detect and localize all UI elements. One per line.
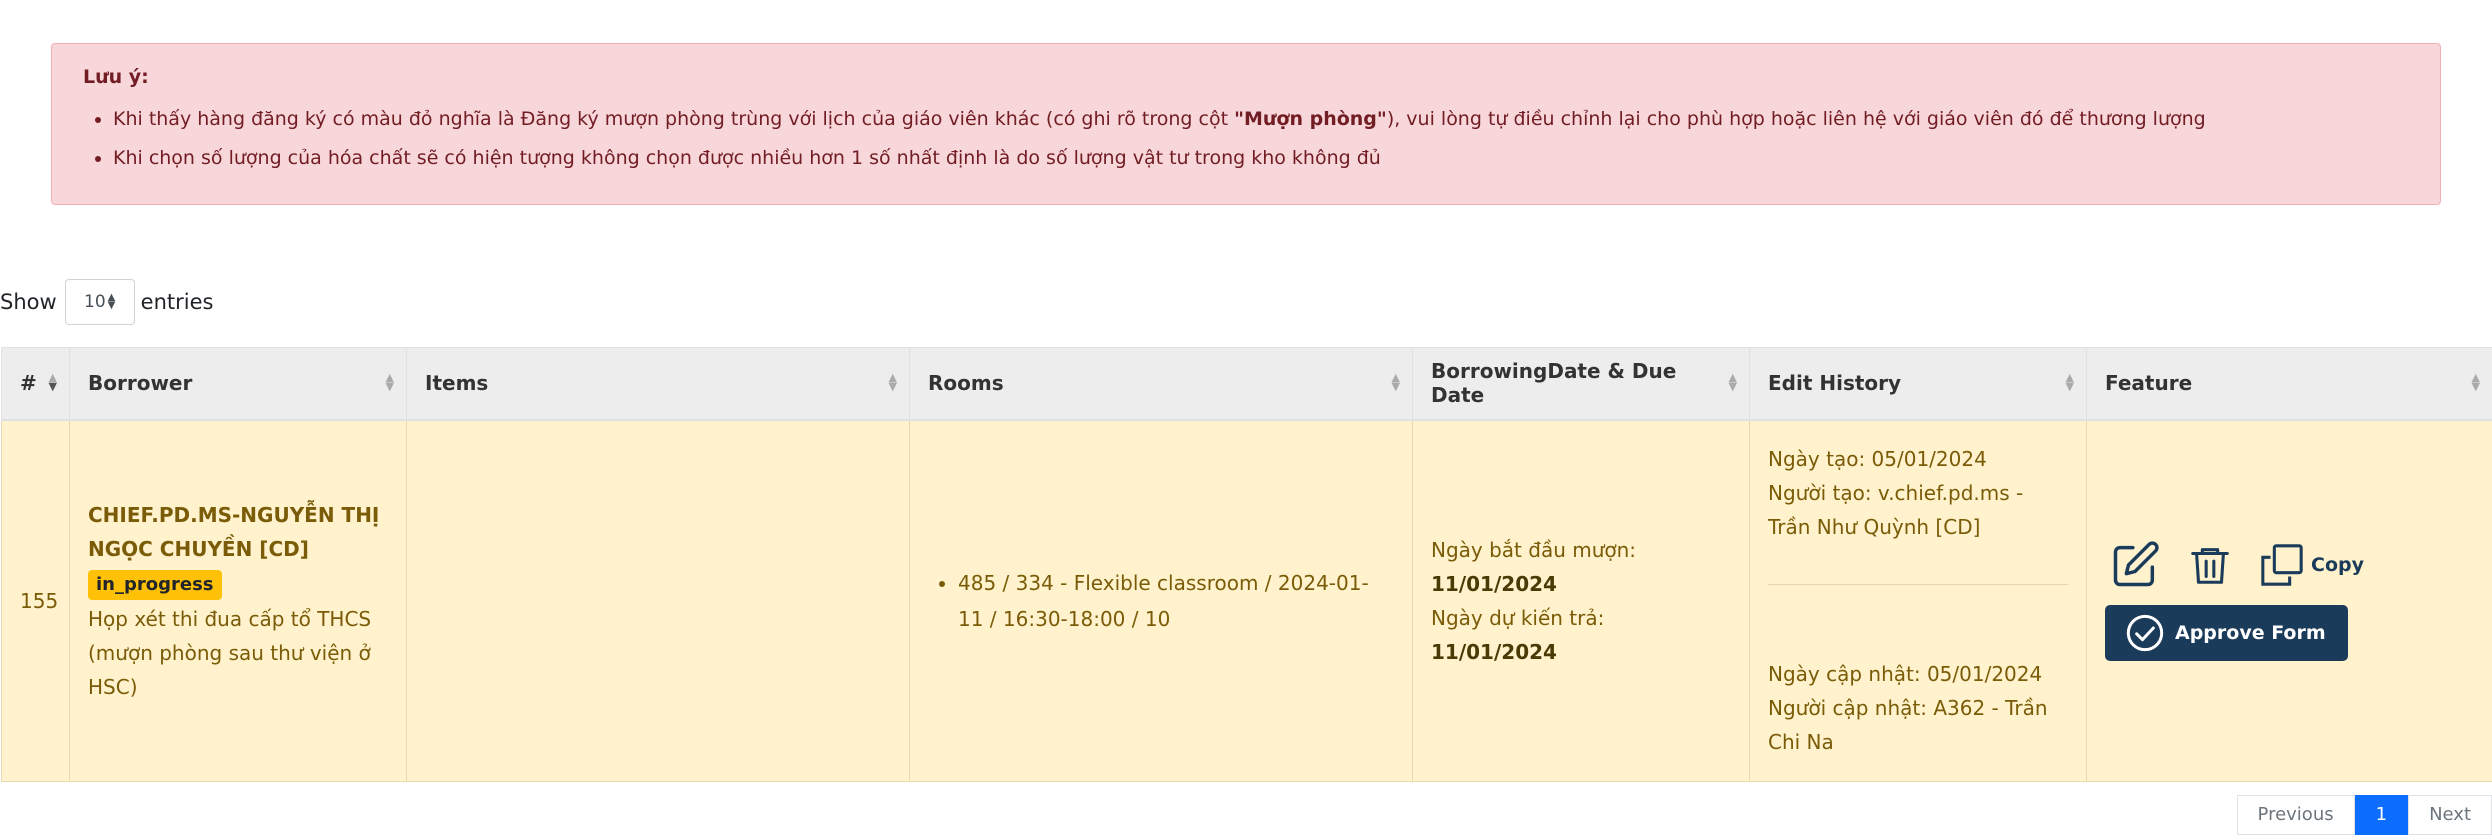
history-cell: Ngày tạo: 05/01/2024 Người tạo: v.chief.… xyxy=(1750,420,2087,782)
copy-button[interactable]: Copy xyxy=(2259,541,2364,589)
entries-length-control: Show 10 ▲▼ entries xyxy=(0,278,213,326)
feature-cell: Copy Approve Form xyxy=(2087,420,2492,782)
trash-icon xyxy=(2187,540,2233,590)
check-circle-icon xyxy=(2125,613,2165,653)
column-header-feature[interactable]: Feature▲▼ xyxy=(2087,348,2492,420)
room-entry: 485 / 334 - Flexible classroom / 2024-01… xyxy=(958,565,1394,637)
pagination-previous[interactable]: Previous xyxy=(2237,795,2355,835)
sort-icon: ▲▼ xyxy=(1392,373,1400,391)
feature-actions: Copy xyxy=(2109,539,2474,591)
show-label: Show xyxy=(0,290,57,314)
row-number: 155 xyxy=(2,420,70,782)
notice-alert: Lưu ý: Khi thấy hàng đăng ký có màu đỏ n… xyxy=(51,43,2441,205)
start-date: 11/01/2024 xyxy=(1431,572,1557,596)
column-header-borrower[interactable]: Borrower▲▼ xyxy=(70,348,407,420)
creator: Người tạo: v.chief.pd.ms - Trần Như Quỳn… xyxy=(1768,476,2068,544)
entries-select-value: 10 xyxy=(84,292,106,312)
table-row: 155 CHIEF.PD.MS-NGUYỄN THỊ NGỌC CHUYỀN [… xyxy=(2,420,2492,782)
copy-icon xyxy=(2259,541,2305,589)
column-header-dates[interactable]: BorrowingDate & Due Date▲▼ xyxy=(1413,348,1750,420)
notice-item: Khi chọn số lượng của hóa chất sẽ có hiệ… xyxy=(113,139,2409,178)
copy-label: Copy xyxy=(2311,548,2364,582)
pagination-next[interactable]: Next xyxy=(2408,795,2492,835)
column-header-items[interactable]: Items▲▼ xyxy=(407,348,910,420)
entries-label: entries xyxy=(141,290,214,314)
entries-select[interactable]: 10 ▲▼ xyxy=(65,279,135,325)
rooms-cell: 485 / 334 - Flexible classroom / 2024-01… xyxy=(910,420,1413,782)
table-header-row: #▲▼ Borrower▲▼ Items▲▼ Rooms▲▼ Borrowing… xyxy=(2,348,2492,420)
start-date-line: Ngày bắt đầu mượn: 11/01/2024 xyxy=(1431,533,1731,601)
created-date: Ngày tạo: 05/01/2024 xyxy=(1768,442,2068,476)
updated-date: Ngày cập nhật: 05/01/2024 xyxy=(1768,657,2068,691)
pagination-page-1[interactable]: 1 xyxy=(2355,795,2408,835)
approve-form-button[interactable]: Approve Form xyxy=(2105,605,2348,661)
status-badge: in_progress xyxy=(88,570,222,600)
notice-emphasis: "Mượn phòng" xyxy=(1234,108,1387,130)
notice-title: Lưu ý: xyxy=(83,66,2409,88)
items-cell xyxy=(407,420,910,782)
pagination: Previous 1 Next xyxy=(2237,795,2492,835)
updater: Người cập nhật: A362 - Trần Chi Na xyxy=(1768,691,2068,759)
notice-text: ), vui lòng tự điều chỉnh lại cho phù hợ… xyxy=(1387,108,2206,130)
column-header-rooms[interactable]: Rooms▲▼ xyxy=(910,348,1413,420)
notice-item: Khi thấy hàng đăng ký có màu đỏ nghĩa là… xyxy=(113,100,2409,139)
borrower-name: CHIEF.PD.MS-NGUYỄN THỊ NGỌC CHUYỀN [CD] xyxy=(88,498,388,566)
sort-icon: ▲▼ xyxy=(2472,373,2480,391)
approve-form-label: Approve Form xyxy=(2175,616,2326,650)
notice-list: Khi thấy hàng đăng ký có màu đỏ nghĩa là… xyxy=(83,100,2409,178)
borrow-table: #▲▼ Borrower▲▼ Items▲▼ Rooms▲▼ Borrowing… xyxy=(1,347,2492,782)
edit-icon xyxy=(2109,539,2161,591)
history-updated: Ngày cập nhật: 05/01/2024 Người cập nhật… xyxy=(1768,657,2068,759)
sort-icon: ▲▼ xyxy=(386,373,394,391)
notice-text: Khi thấy hàng đăng ký có màu đỏ nghĩa là… xyxy=(113,108,1234,130)
due-date: 11/01/2024 xyxy=(1431,640,1557,664)
delete-button[interactable] xyxy=(2187,540,2233,590)
borrower-cell: CHIEF.PD.MS-NGUYỄN THỊ NGỌC CHUYỀN [CD] … xyxy=(70,420,407,782)
sort-icon: ▲▼ xyxy=(2066,373,2074,391)
due-date-line: Ngày dự kiến trả: 11/01/2024 xyxy=(1431,601,1731,669)
select-arrows-icon: ▲▼ xyxy=(108,294,116,310)
column-header-history[interactable]: Edit History▲▼ xyxy=(1750,348,2087,420)
dates-cell: Ngày bắt đầu mượn: 11/01/2024 Ngày dự ki… xyxy=(1413,420,1750,782)
sort-icon: ▲▼ xyxy=(889,373,897,391)
borrow-purpose: Họp xét thi đua cấp tổ THCS (mượn phòng … xyxy=(88,602,388,704)
history-created: Ngày tạo: 05/01/2024 Người tạo: v.chief.… xyxy=(1768,442,2068,585)
sort-icon: ▲▼ xyxy=(1729,373,1737,391)
sort-icon: ▲▼ xyxy=(49,373,57,391)
edit-button[interactable] xyxy=(2109,539,2161,591)
column-header-num[interactable]: #▲▼ xyxy=(2,348,70,420)
